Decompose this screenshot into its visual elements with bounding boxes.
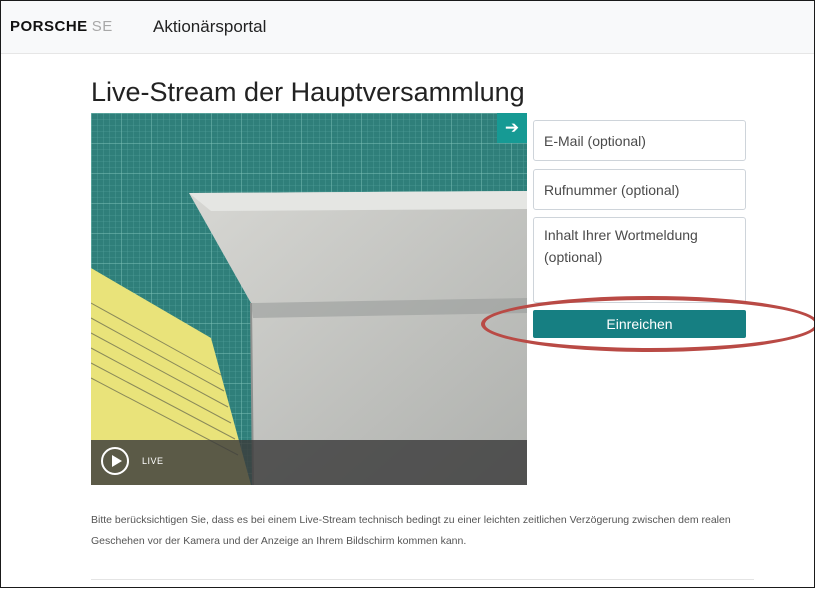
video-player[interactable]: ➔ LIVE — [91, 113, 527, 485]
video-frame — [91, 113, 527, 485]
email-field[interactable] — [533, 120, 746, 161]
portal-title[interactable]: Aktionärsportal — [153, 17, 266, 37]
brand-main: PORSCHE — [10, 18, 88, 35]
top-navbar: PORSCHE SE Aktionärsportal — [1, 1, 814, 54]
brand-logo[interactable]: PORSCHE SE — [10, 18, 113, 35]
live-label: LIVE — [142, 456, 164, 466]
brand-sub: SE — [91, 18, 113, 35]
arrow-right-icon[interactable]: ➔ — [497, 113, 527, 143]
submit-button[interactable]: Einreichen — [533, 310, 746, 338]
phone-field[interactable] — [533, 169, 746, 210]
player-controlbar: LIVE — [91, 440, 527, 485]
page-title: Live-Stream der Hauptversammlung — [91, 77, 525, 107]
stream-delay-notice: Bitte berücksichtigen Sie, dass es bei e… — [91, 514, 731, 547]
section-divider — [91, 579, 754, 580]
page-frame: PORSCHE SE Aktionärsportal Live-Stream de… — [0, 0, 815, 588]
message-field[interactable] — [533, 217, 746, 303]
play-circle-icon[interactable] — [101, 447, 129, 475]
